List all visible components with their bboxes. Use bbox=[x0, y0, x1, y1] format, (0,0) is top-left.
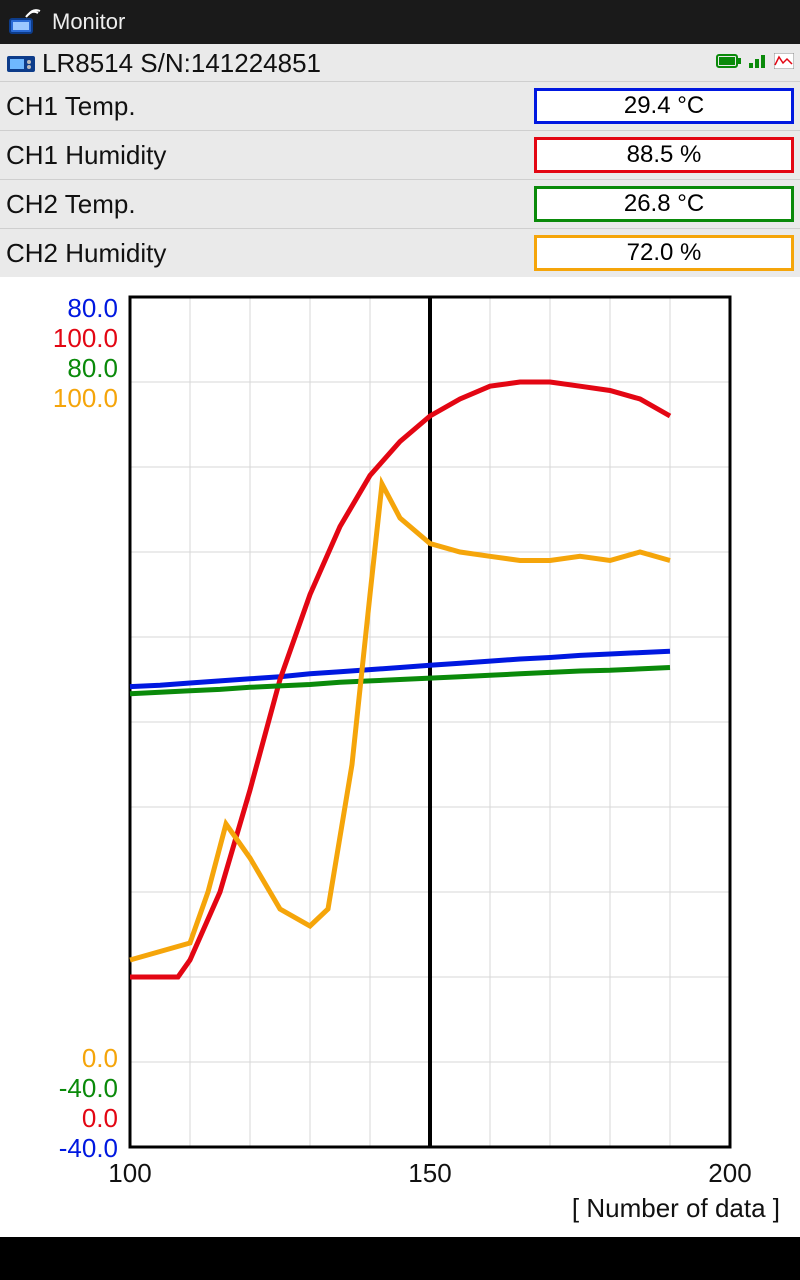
y-bot-green: -40.0 bbox=[59, 1073, 118, 1103]
y-bot-red: 0.0 bbox=[82, 1103, 118, 1133]
device-icon bbox=[6, 53, 36, 75]
signal-icon bbox=[748, 53, 768, 74]
channel-value-ch1-temp: 29.4 °C bbox=[534, 88, 794, 124]
chart-area[interactable]: 80.0 100.0 80.0 100.0 0.0 -40.0 0.0 -40.… bbox=[0, 277, 800, 1237]
device-label: LR8514 S/N:141224851 bbox=[42, 48, 716, 79]
chart-svg: 80.0 100.0 80.0 100.0 0.0 -40.0 0.0 -40.… bbox=[0, 277, 800, 1237]
waveform-icon bbox=[774, 53, 794, 74]
y-top-blue: 80.0 bbox=[67, 293, 118, 323]
channel-label: CH1 Humidity bbox=[6, 140, 534, 171]
channel-value-ch2-temp: 26.8 °C bbox=[534, 186, 794, 222]
device-row[interactable]: LR8514 S/N:141224851 bbox=[0, 44, 800, 82]
channel-row-ch2-humidity[interactable]: CH2 Humidity 72.0 % bbox=[0, 229, 800, 277]
x-tick-150: 150 bbox=[408, 1158, 451, 1188]
status-icons bbox=[716, 53, 794, 74]
x-tick-100: 100 bbox=[108, 1158, 151, 1188]
app-titlebar: Monitor bbox=[0, 0, 800, 44]
app-icon bbox=[8, 5, 42, 39]
channel-row-ch1-humidity[interactable]: CH1 Humidity 88.5 % bbox=[0, 131, 800, 180]
x-axis-title: [ Number of data ] bbox=[572, 1193, 780, 1223]
x-tick-200: 200 bbox=[708, 1158, 751, 1188]
channel-label: CH2 Temp. bbox=[6, 189, 534, 220]
y-top-green: 80.0 bbox=[67, 353, 118, 383]
info-panel: LR8514 S/N:141224851 bbox=[0, 44, 800, 277]
y-top-orange: 100.0 bbox=[53, 383, 118, 413]
app-title: Monitor bbox=[52, 9, 125, 35]
channel-label: CH2 Humidity bbox=[6, 238, 534, 269]
channel-row-ch1-temp[interactable]: CH1 Temp. 29.4 °C bbox=[0, 82, 800, 131]
y-bot-orange: 0.0 bbox=[82, 1043, 118, 1073]
battery-icon bbox=[716, 53, 742, 74]
channel-row-ch2-temp[interactable]: CH2 Temp. 26.8 °C bbox=[0, 180, 800, 229]
y-top-red: 100.0 bbox=[53, 323, 118, 353]
channel-label: CH1 Temp. bbox=[6, 91, 534, 122]
channel-value-ch1-humidity: 88.5 % bbox=[534, 137, 794, 173]
channel-value-ch2-humidity: 72.0 % bbox=[534, 235, 794, 271]
